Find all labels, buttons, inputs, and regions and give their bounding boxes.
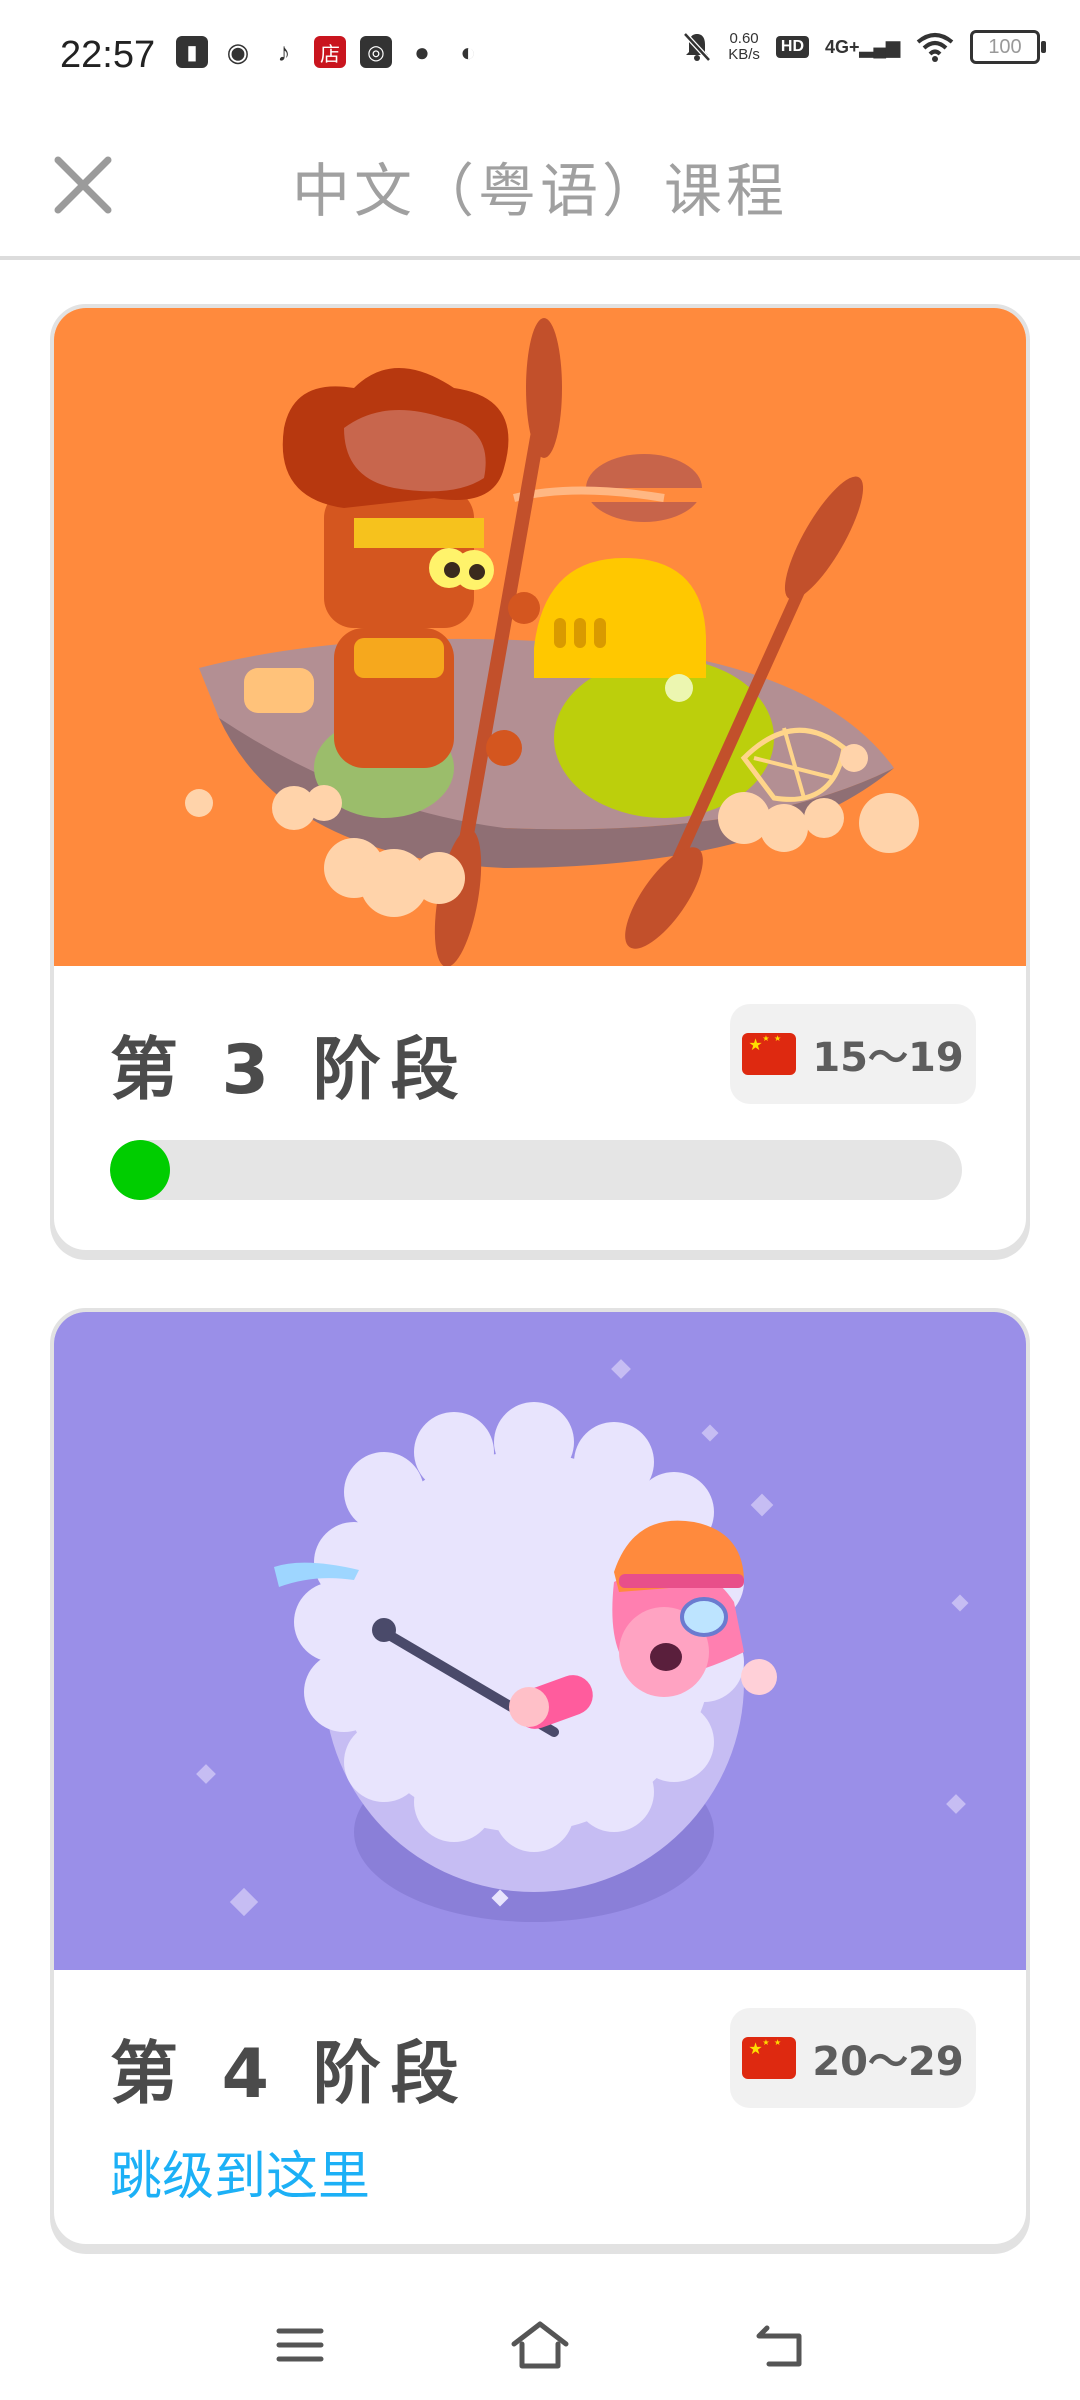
weibo-icon: ◉ (226, 36, 250, 67)
stage-illustration-kayak (54, 308, 1026, 966)
status-bar: 22:57 ▮ ◉ ♪ 店 ◎ ● ◐ 0.60 KB/s HD 4G+▂▄▆ … (0, 0, 1080, 110)
header: 中文（粤语）课程 (0, 110, 1080, 260)
jump-here-link[interactable]: 跳级到这里 (110, 2134, 370, 2209)
stage-progress-fill (110, 1140, 170, 1200)
menu-button[interactable] (265, 2310, 335, 2380)
signal-label: 4G+ (825, 36, 860, 57)
age-range: 20～29 (812, 2039, 964, 2085)
age-range-badge: 20～29 (730, 2008, 976, 2108)
home-button[interactable] (505, 2310, 575, 2380)
system-nav-bar (0, 2290, 1080, 2400)
chat-icon: ◐ (460, 36, 476, 67)
net-speed: 0.60 KB/s (728, 31, 760, 63)
stage-card-4[interactable]: 第 4 阶段 20～29 跳级到这里 (50, 1308, 1030, 2248)
china-flag-icon (742, 1033, 797, 1075)
battery-icon: 100 (970, 30, 1046, 64)
menu-icon (276, 2328, 324, 2362)
back-icon (756, 2325, 802, 2367)
net-speed-value: 0.60 (729, 30, 759, 47)
stage-title: 第 3 阶段 (110, 1031, 469, 1110)
system-icons: 0.60 KB/s HD 4G+▂▄▆ 100 (682, 30, 1046, 64)
back-button[interactable] (745, 2310, 815, 2380)
age-range-badge: 15～19 (730, 1004, 976, 1104)
tiktok-icon: ♪ (277, 36, 291, 67)
stage-card-3[interactable]: 第 3 阶段 15～19 (50, 304, 1030, 1254)
mute-bell-icon (683, 32, 712, 62)
china-flag-icon (742, 2037, 797, 2079)
net-speed-unit: KB/s (728, 46, 760, 63)
page-title: 中文（粤语）课程 (291, 157, 788, 225)
notification-icons: ▮ ◉ ♪ 店 ◎ ● ◐ (176, 36, 484, 68)
stage-illustration-ski (54, 1312, 1026, 1970)
shop-icon: 店 (314, 36, 346, 68)
home-icon (511, 2321, 569, 2369)
stage-progress-bar (110, 1140, 962, 1200)
dewu-icon: ◎ (360, 36, 392, 68)
stage-title: 第 4 阶段 (110, 2035, 469, 2114)
status-time: 22:57 (60, 34, 156, 76)
signal-icon: 4G+▂▄▆ (825, 36, 900, 57)
wifi-icon (916, 33, 954, 62)
age-range: 15～19 (812, 1035, 964, 1081)
hd-badge: HD (775, 36, 810, 58)
sim-icon: ▮ (176, 36, 208, 68)
qq-icon: ● (414, 36, 430, 67)
